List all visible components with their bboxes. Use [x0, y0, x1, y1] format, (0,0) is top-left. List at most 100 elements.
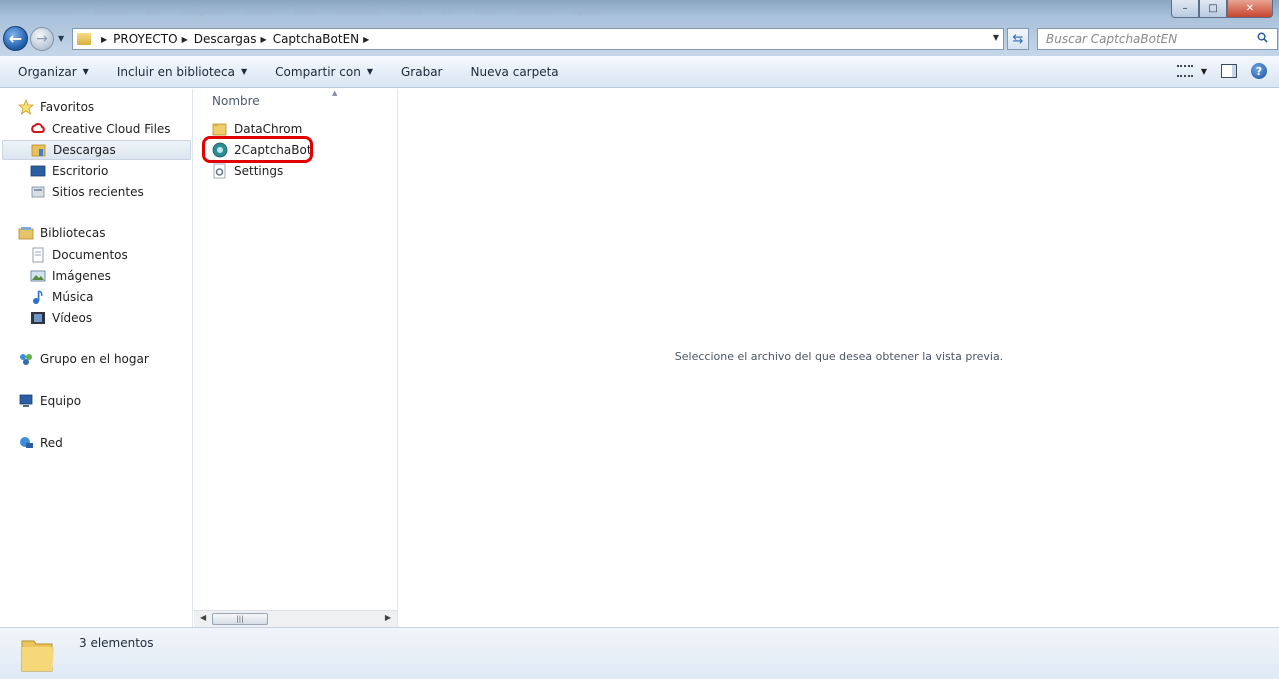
chevron-right-icon[interactable]: ▶ [182, 35, 188, 44]
organize-label: Organizar [18, 64, 77, 79]
maximize-button[interactable]: □ [1199, 0, 1227, 18]
recent-pages-dropdown[interactable]: ▼ [58, 34, 64, 43]
view-options-icon [1176, 65, 1193, 77]
address-bar[interactable]: ▶ PROYECTO ▶ Descargas ▶ CaptchaBotEN ▶ … [72, 28, 1004, 50]
search-input[interactable]: Buscar CaptchaBotEN [1037, 28, 1278, 50]
nav-computer-label: Equipo [40, 394, 82, 408]
arrow-left-icon: ← [8, 29, 23, 48]
nav-item-imagenes[interactable]: Imágenes [2, 266, 191, 286]
forward-button[interactable]: → [30, 27, 54, 51]
status-bar: 3 elementos [0, 627, 1279, 679]
documents-icon [32, 247, 44, 263]
nav-item-escritorio[interactable]: Escritorio [2, 161, 191, 181]
ghost-menu-item: Capas [245, 7, 273, 17]
ghost-menu-item: Imágenes [180, 7, 226, 17]
chevron-down-icon: ▼ [366, 67, 373, 76]
computer-icon [19, 394, 33, 407]
share-with-label: Compartir con [275, 64, 361, 79]
sort-ascending-icon: ▲ [332, 89, 338, 97]
ghost-menu-item: Edición [93, 7, 127, 17]
nav-favorites[interactable]: Favoritos [18, 99, 94, 115]
network-icon [20, 437, 33, 448]
change-view-button[interactable]: ▼ [1176, 65, 1207, 77]
recent-places-icon [31, 186, 45, 198]
downloads-folder-icon [31, 144, 46, 157]
horizontal-scrollbar[interactable]: ◀ ||| ▶ [194, 610, 397, 627]
ghost-menu-item: Texto [292, 7, 317, 17]
refresh-button[interactable]: ⇆ [1007, 28, 1029, 50]
homegroup-icon [20, 354, 32, 365]
new-folder-button[interactable]: Nueva carpeta [456, 65, 572, 79]
nav-item-videos[interactable]: Vídeos [2, 308, 191, 328]
folder-large-icon [21, 640, 54, 672]
scroll-right-icon[interactable]: ▶ [385, 613, 391, 622]
libraries-icon [18, 227, 34, 240]
nav-libraries[interactable]: Bibliotecas [18, 225, 105, 241]
chevron-right-icon[interactable]: ▶ [101, 35, 107, 44]
scrollbar-thumb[interactable]: ||| [212, 613, 268, 625]
nav-item-musica[interactable]: Música [2, 287, 191, 307]
ghost-menu-item: Ver [146, 7, 161, 17]
nav-libraries-label: Bibliotecas [40, 226, 106, 240]
close-button[interactable]: ✕ [1227, 0, 1273, 18]
nav-homegroup[interactable]: Grupo en el hogar [18, 351, 149, 367]
nav-homegroup-label: Grupo en el hogar [40, 352, 149, 366]
nav-favorites-label: Favoritos [40, 100, 95, 114]
file-name: Settings [234, 164, 284, 178]
command-bar: Organizar ▼ Incluir en biblioteca ▼ Compar… [0, 56, 1279, 88]
nav-network[interactable]: Red [18, 435, 63, 451]
ghost-menu-item: Vista [474, 7, 497, 17]
search-icon[interactable] [1257, 32, 1268, 43]
file-item-settings[interactable]: Settings [212, 161, 283, 181]
ghost-menu-item: Ventana [516, 7, 554, 17]
breadcrumb-descargas[interactable]: Descargas [194, 32, 257, 46]
pictures-icon [30, 270, 46, 282]
chevron-right-icon[interactable]: ▶ [261, 35, 267, 44]
include-library-button[interactable]: Incluir en biblioteca ▼ [103, 65, 261, 79]
toolbar-right-group: ▼ ? [1176, 63, 1267, 79]
navigation-pane: Favoritos Creative Cloud Files Descargas… [0, 89, 193, 627]
minimize-button[interactable]: – [1171, 0, 1199, 18]
nav-item-label: Descargas [53, 143, 116, 157]
star-icon [18, 99, 34, 115]
new-folder-label: Nueva carpeta [470, 64, 559, 79]
settings-file-icon [213, 163, 226, 179]
title-bar: Archivo Edición Ver Imágenes Capas Texto… [0, 0, 1279, 56]
back-button[interactable]: ← [3, 26, 28, 51]
videos-icon [31, 312, 45, 324]
nav-item-label: Creative Cloud Files [52, 122, 171, 136]
ghost-menu-item: Selección [336, 7, 380, 17]
file-name: DataChrom [234, 122, 303, 136]
creative-cloud-icon [31, 123, 45, 133]
breadcrumb-captchaboten[interactable]: CaptchaBotEN [273, 32, 359, 46]
background-menu-ghost: Archivo Edición Ver Imágenes Capas Texto… [40, 7, 601, 17]
chevron-down-icon: ▼ [1200, 66, 1207, 76]
burn-button[interactable]: Grabar [387, 65, 457, 79]
column-header-name[interactable]: Nombre [212, 94, 260, 108]
file-list: ▲ Nombre DataChrom 2CaptchaBot Settings … [194, 89, 398, 627]
window-controls: – □ ✕ [1171, 0, 1273, 18]
breadcrumb-proyecto[interactable]: PROYECTO [113, 32, 177, 46]
chevron-down-icon: ▼ [241, 67, 248, 76]
nav-item-documentos[interactable]: Documentos [2, 245, 191, 265]
nav-item-descargas[interactable]: Descargas [2, 140, 191, 160]
organize-button[interactable]: Organizar ▼ [0, 65, 103, 79]
nav-item-creative-cloud-files[interactable]: Creative Cloud Files [2, 119, 191, 139]
nav-computer[interactable]: Equipo [18, 393, 81, 409]
ghost-menu-item: Filtro [399, 7, 422, 17]
preview-pane-icon[interactable] [1221, 64, 1237, 78]
ghost-menu-item: Archivo [40, 7, 74, 17]
nav-item-label: Música [52, 290, 94, 304]
scroll-left-icon[interactable]: ◀ [200, 613, 206, 622]
ghost-menu-item: Ayuda [573, 7, 602, 17]
help-icon[interactable]: ? [1251, 63, 1267, 79]
share-with-button[interactable]: Compartir con ▼ [261, 65, 387, 79]
arrow-right-icon: → [36, 31, 48, 47]
nav-network-label: Red [40, 436, 63, 450]
chevron-right-icon[interactable]: ▶ [363, 35, 369, 44]
nav-item-sitios-recientes[interactable]: Sitios recientes [2, 182, 191, 202]
address-dropdown-icon[interactable]: ▼ [993, 33, 999, 42]
highlight-annotation [202, 136, 313, 163]
nav-item-label: Sitios recientes [52, 185, 144, 199]
chevron-down-icon: ▼ [82, 67, 89, 76]
